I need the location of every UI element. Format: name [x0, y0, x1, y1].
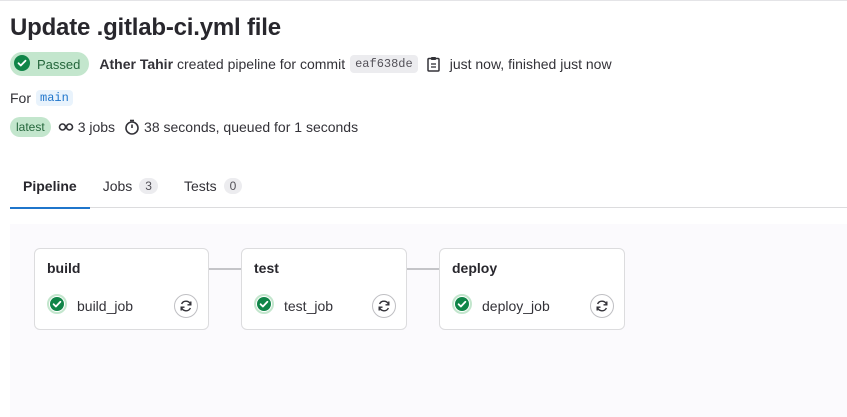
tab-pipeline[interactable]: Pipeline: [10, 164, 90, 209]
status-label: Passed: [37, 56, 81, 72]
created-text: created pipeline for commit: [177, 56, 346, 72]
status-badge[interactable]: Passed: [10, 52, 90, 76]
tab-tests[interactable]: Tests 0: [171, 164, 255, 208]
check-circle-icon: [47, 293, 67, 319]
stage-title: test: [254, 260, 279, 276]
jobs-count: 3 jobs: [77, 119, 116, 135]
page-title: Update .gitlab-ci.yml file: [10, 14, 281, 41]
check-circle-icon: [254, 293, 274, 319]
pipeline-jobs-icon: [58, 119, 74, 135]
retry-icon[interactable]: [590, 294, 614, 318]
job-test[interactable]: test_job: [254, 293, 396, 319]
job-name: deploy_job: [482, 298, 550, 314]
pipeline-graph: build build_job test test_job deploy dep…: [10, 224, 847, 417]
tab-label: Jobs: [102, 178, 133, 194]
latest-badge: latest: [10, 117, 51, 137]
branch-link[interactable]: main: [36, 90, 73, 106]
job-deploy[interactable]: deploy_job: [452, 293, 614, 319]
clipboard-icon[interactable]: [426, 56, 441, 72]
tab-count-badge: 3: [139, 178, 158, 194]
tab-label: Pipeline: [23, 178, 77, 194]
ref-row: For main: [10, 88, 73, 108]
job-name: test_job: [284, 298, 334, 314]
stage-connector: [208, 268, 242, 270]
pipeline-stats: latest 3 jobs 38 seconds, queued for 1 s…: [10, 116, 358, 138]
stage-connector: [406, 268, 440, 270]
stage-build: build build_job: [34, 248, 209, 330]
check-circle-icon: [452, 293, 472, 319]
pipeline-tabs: Pipeline Jobs 3 Tests 0: [10, 164, 847, 209]
stage-title: build: [47, 260, 81, 276]
check-circle-icon: [14, 54, 30, 74]
job-build[interactable]: build_job: [47, 293, 198, 319]
stage-test: test test_job: [241, 248, 407, 330]
author-link[interactable]: Ather Tahir: [99, 56, 173, 72]
retry-icon[interactable]: [174, 294, 198, 318]
timer-icon: [124, 119, 140, 135]
tab-count-badge: 0: [223, 178, 243, 194]
duration-text: 38 seconds, queued for 1 seconds: [144, 119, 359, 135]
retry-icon[interactable]: [372, 294, 396, 318]
for-label: For: [10, 90, 31, 106]
pipeline-meta: Passed Ather Tahir created pipeline for …: [10, 52, 612, 76]
tab-label: Tests: [183, 178, 217, 194]
stage-deploy: deploy deploy_job: [439, 248, 625, 330]
timestamp-text: just now, finished just now: [449, 56, 612, 72]
tab-jobs[interactable]: Jobs 3: [90, 164, 171, 208]
top-divider: [0, 0, 847, 1]
stage-title: deploy: [452, 260, 498, 276]
job-name: build_job: [77, 298, 134, 314]
commit-sha-link[interactable]: eaf638de: [350, 55, 418, 73]
